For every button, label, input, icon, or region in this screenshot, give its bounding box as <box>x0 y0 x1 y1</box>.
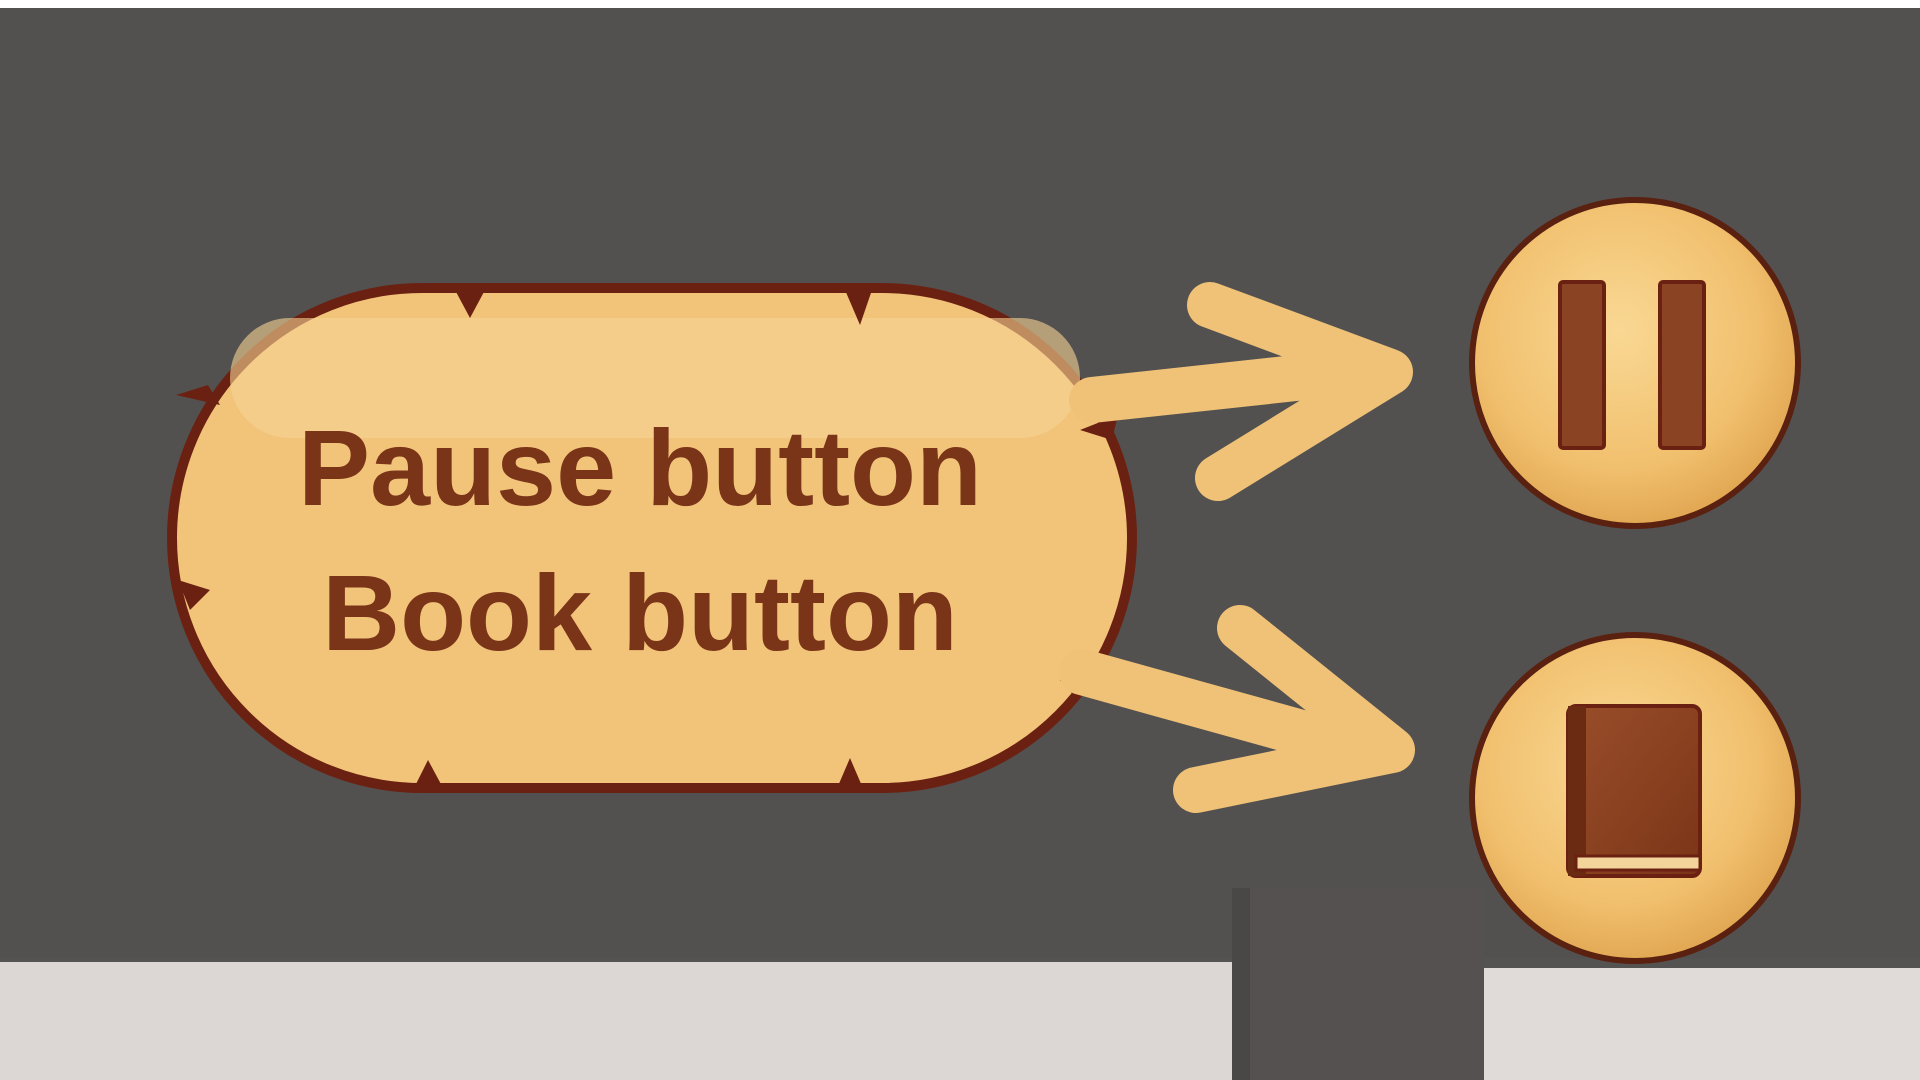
scene-canvas: Pause button Book button <box>0 0 1920 1080</box>
floor-gap-edge <box>1232 888 1250 1080</box>
floor-slab-left <box>0 962 1232 1080</box>
floor-gap-block <box>1232 888 1484 1080</box>
callout-bubble <box>167 283 1137 793</box>
book-button[interactable] <box>1469 632 1801 964</box>
pause-button[interactable] <box>1469 197 1801 529</box>
top-border <box>0 0 1920 8</box>
floor-slab-right <box>1484 968 1920 1080</box>
game-scene: Pause button Book button <box>0 0 1920 1080</box>
book-icon <box>1566 704 1702 878</box>
callout-line-book: Book button <box>322 552 958 673</box>
callout-line-pause: Pause button <box>298 407 982 528</box>
